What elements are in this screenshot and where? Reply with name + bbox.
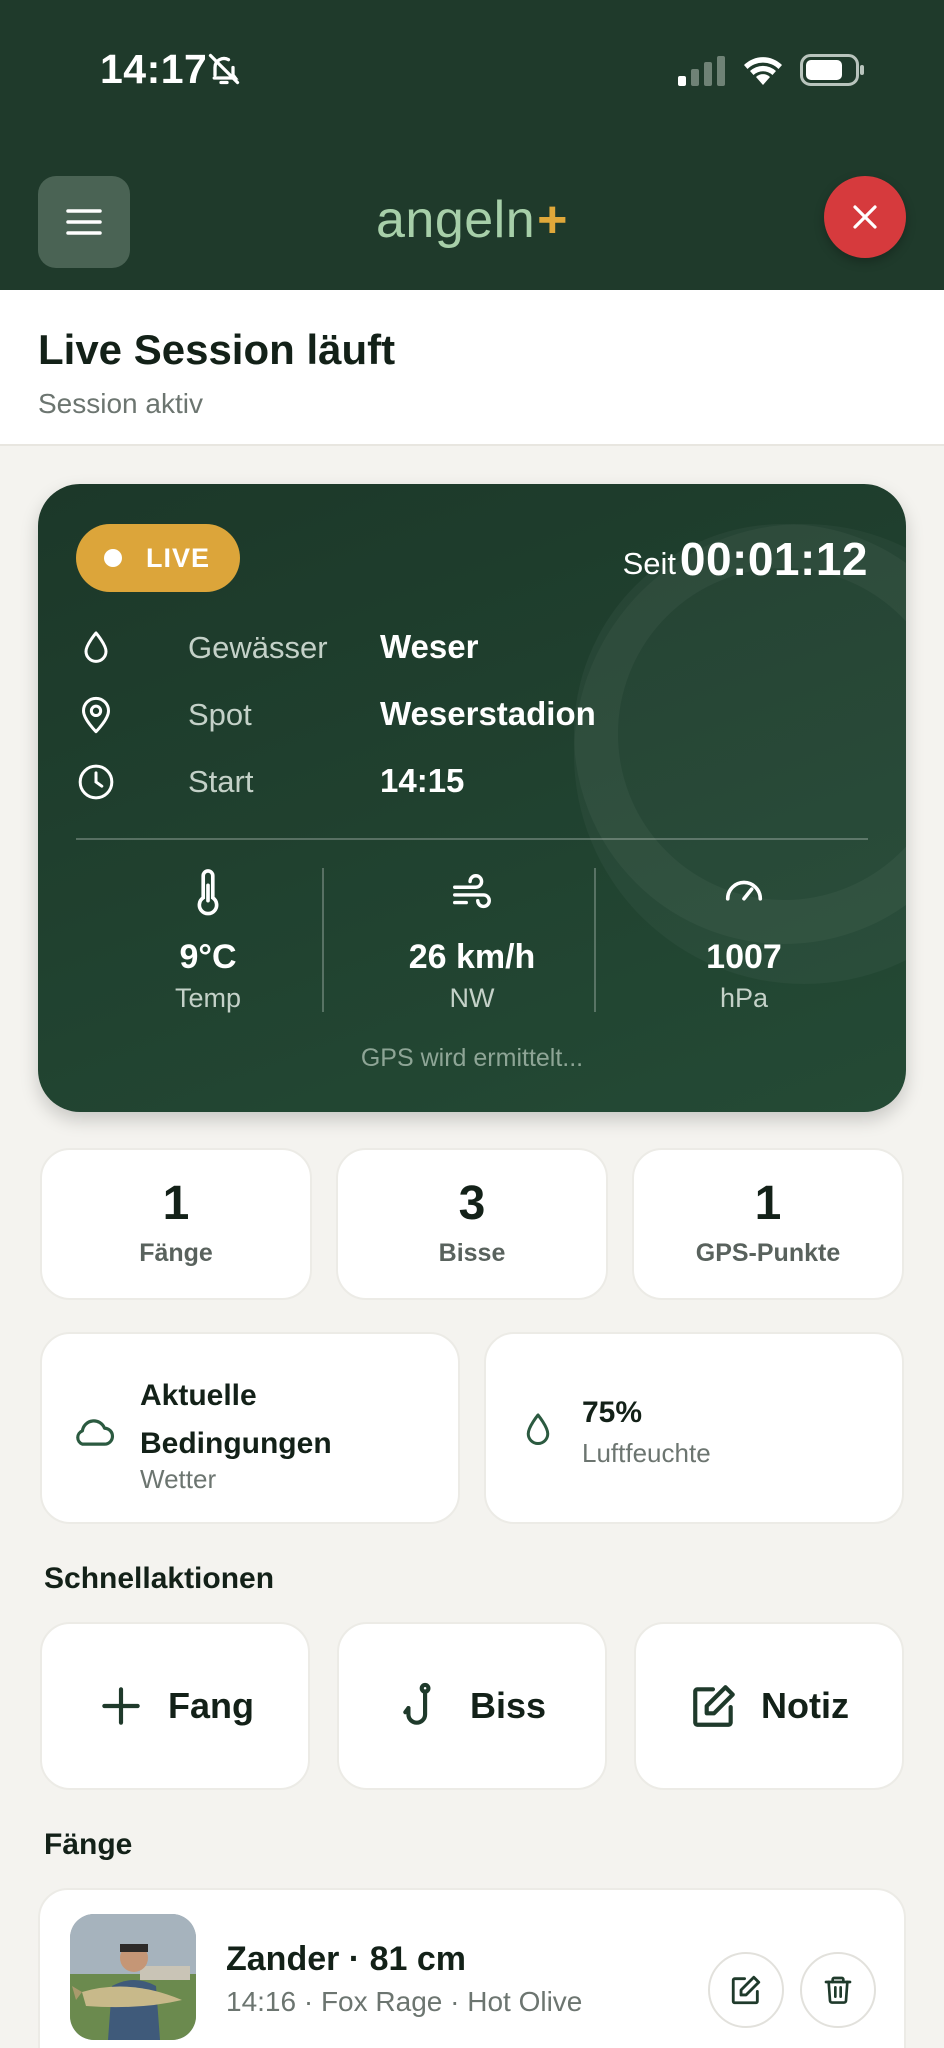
- humidity-value: 75%: [582, 1396, 643, 1429]
- conditions-subtitle: Wetter: [140, 1464, 217, 1494]
- quick-actions-title: Schnellaktionen: [44, 1562, 275, 1595]
- plus-icon: [102, 1687, 140, 1725]
- live-dot-icon: [104, 549, 122, 567]
- weather-separator: [322, 868, 324, 1012]
- info-value: 14:15: [380, 762, 465, 799]
- info-label: Gewässer: [188, 630, 328, 665]
- weather-pressure: 1007 hPa: [612, 868, 876, 1028]
- close-icon: [853, 205, 877, 229]
- logo-text: angeln: [375, 191, 536, 249]
- catch-meta: 14:16 · Fox Rage · Hot Olive: [226, 1986, 583, 2017]
- delete-catch-button[interactable]: [800, 1952, 876, 2028]
- conditions-title: Aktuelle Bedingungen: [140, 1379, 332, 1460]
- humidity-card: 75% Luftfeuchte: [484, 1332, 904, 1524]
- gauge-icon: [725, 880, 763, 901]
- stat-catches: 1 Fänge: [40, 1148, 312, 1300]
- page-header: Live Session läuft Session aktiv: [0, 290, 944, 446]
- info-value: Weserstadion: [380, 695, 596, 732]
- app-header: angeln+: [0, 140, 944, 290]
- since-label: Seit: [622, 546, 676, 581]
- weather-value: 26 km/h: [408, 938, 536, 976]
- wind-icon: [453, 874, 491, 909]
- add-bite-button[interactable]: Biss: [337, 1622, 607, 1790]
- gps-status: GPS wird ermittelt...: [360, 1044, 584, 1072]
- weather-wind: 26 km/h NW: [340, 868, 604, 1028]
- logo-plus: +: [537, 191, 569, 249]
- end-session-button[interactable]: [824, 176, 906, 258]
- edit-icon: [731, 1975, 761, 2005]
- edit-note-icon: [693, 1685, 735, 1727]
- thermometer-icon: [197, 869, 219, 916]
- page-subtitle: Session aktiv: [38, 388, 203, 419]
- stat-label: GPS-Punkte: [695, 1239, 841, 1267]
- card-divider: [76, 838, 868, 840]
- info-value: Weser: [380, 628, 479, 665]
- app-logo: angeln+: [0, 190, 944, 250]
- location-pin-icon: [82, 696, 110, 734]
- catch-photo[interactable]: [70, 1914, 196, 2040]
- info-label: Spot: [188, 697, 252, 732]
- page-title: Live Session läuft: [38, 326, 396, 373]
- live-badge: LIVE: [76, 524, 241, 592]
- catch-title: Zander · 81 cm: [226, 1940, 466, 1978]
- humidity-label: Luftfeuchte: [582, 1438, 711, 1468]
- add-catch-button[interactable]: Fang: [40, 1622, 310, 1790]
- stat-label: Bisse: [438, 1239, 506, 1267]
- signal-icon: [678, 56, 725, 86]
- stat-value: 1: [162, 1177, 190, 1230]
- info-row-spot: Spot Weserstadion: [76, 691, 776, 741]
- add-note-button[interactable]: Notiz: [634, 1622, 904, 1790]
- stat-label: Fänge: [139, 1239, 213, 1267]
- hook-icon: [403, 1682, 431, 1725]
- action-label: Notiz: [761, 1685, 849, 1726]
- weather-label: hPa: [719, 983, 769, 1013]
- stat-value: 3: [458, 1177, 486, 1230]
- water-drop-icon: [526, 1413, 550, 1445]
- live-badge-label: LIVE: [146, 543, 211, 573]
- stat-gps-points: 1 GPS-Punkte: [632, 1148, 904, 1300]
- action-label: Fang: [168, 1685, 254, 1726]
- weather-label: NW: [449, 983, 495, 1013]
- water-drop-icon: [84, 631, 108, 663]
- info-label: Start: [188, 764, 254, 799]
- stat-bites: 3 Bisse: [336, 1148, 608, 1300]
- clock-icon: [78, 764, 114, 800]
- wifi-icon: [744, 57, 782, 85]
- weather-temp: 9°C Temp: [76, 868, 340, 1028]
- stat-value: 1: [754, 1177, 782, 1230]
- cloud-icon: [76, 1419, 114, 1446]
- conditions-card[interactable]: Aktuelle Bedingungen Wetter: [40, 1332, 460, 1524]
- trash-icon: [824, 1976, 852, 2004]
- weather-value: 1007: [706, 938, 782, 976]
- info-row-start: Start 14:15: [76, 758, 776, 808]
- weather-value: 9°C: [179, 938, 237, 976]
- action-label: Biss: [469, 1685, 547, 1726]
- catches-title: Fänge: [44, 1828, 133, 1861]
- info-row-water: Gewässer Weser: [76, 624, 776, 674]
- bell-muted-icon: [208, 53, 240, 85]
- catch-item[interactable]: Zander · 81 cm 14:16 · Fox Rage · Hot Ol…: [38, 1888, 906, 2048]
- weather-separator: [594, 868, 596, 1012]
- edit-catch-button[interactable]: [708, 1952, 784, 2028]
- live-session-card: LIVE Seit 00:01:12 Gewässer Weser Spot W…: [38, 484, 906, 1112]
- battery-icon: [800, 54, 864, 86]
- weather-label: Temp: [174, 983, 242, 1013]
- status-bar: 14:17: [0, 0, 944, 140]
- status-time: 14:17: [100, 46, 208, 92]
- session-timer: 00:01:12: [679, 533, 868, 585]
